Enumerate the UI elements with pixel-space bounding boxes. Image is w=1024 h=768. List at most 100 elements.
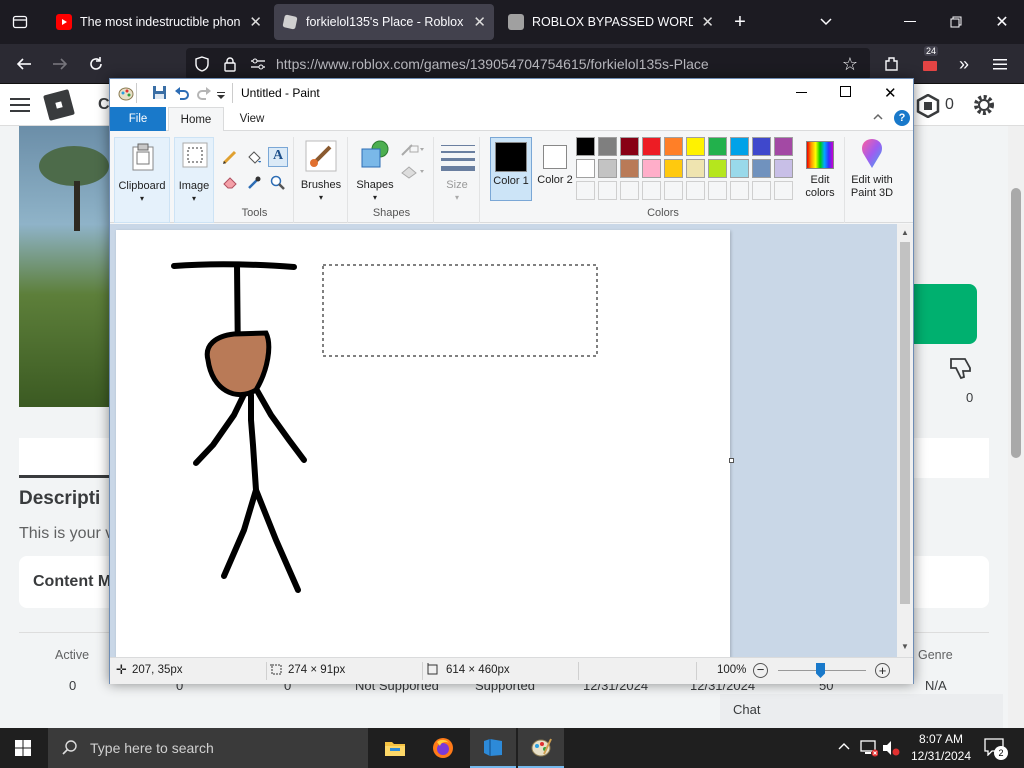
palette-swatch[interactable] [730,137,749,156]
scroll-up-icon[interactable]: ▲ [901,228,909,237]
pencil-icon[interactable] [222,149,238,168]
palette-swatch[interactable] [642,159,661,178]
start-button[interactable] [0,728,46,768]
custom-color-slot[interactable] [686,181,705,200]
tab-home[interactable]: Home [168,107,224,131]
custom-color-slot[interactable] [752,181,771,200]
close-window-icon[interactable]: ✕ [990,10,1014,34]
palette-swatch[interactable] [752,137,771,156]
scroll-down-icon[interactable]: ▼ [901,642,909,651]
firefox-icon[interactable] [420,728,466,768]
zoom-slider-thumb[interactable] [816,663,825,678]
close-tab-icon[interactable]: ✕ [473,13,486,31]
custom-color-slot[interactable] [642,181,661,200]
settings-gear-icon[interactable] [972,93,996,120]
help-icon[interactable]: ? [894,110,910,126]
system-clock[interactable]: 8:07 AM 12/31/2024 [904,731,978,765]
url-bar[interactable]: https://www.roblox.com/games/13905470475… [186,48,870,80]
magnifier-icon[interactable] [270,175,286,194]
palette-swatch[interactable] [620,159,639,178]
minimize-icon[interactable] [898,10,922,34]
extensions-icon[interactable] [880,52,904,76]
roblox-menu-icon[interactable] [10,97,30,116]
palette-swatch[interactable] [576,137,595,156]
close-tab-icon[interactable]: ✕ [701,13,714,31]
color2-button[interactable]: Color 2 [536,137,574,201]
eraser-icon[interactable] [222,175,238,192]
thumbs-down-icon[interactable] [948,356,974,383]
size-button[interactable]: Size ▾ [436,137,480,223]
palette-swatch[interactable] [708,159,727,178]
color1-button[interactable]: Color 1 [490,137,532,201]
outline-icon[interactable] [400,143,424,160]
palette-swatch[interactable] [752,159,771,178]
shapes-icon[interactable] [358,139,390,174]
zoom-out-icon[interactable]: − [753,663,768,678]
page-scrollbar-thumb[interactable] [1011,188,1021,458]
palette-swatch[interactable] [730,159,749,178]
minimize-ribbon-icon[interactable] [872,111,884,125]
roblox-extension-icon[interactable]: 24 [918,46,942,76]
palette-swatch[interactable] [774,137,793,156]
roblox-logo-icon[interactable] [43,89,75,121]
custom-color-slot[interactable] [774,181,793,200]
browser-tab-youtube[interactable]: The most indestructible phone ✕ [48,4,270,40]
browser-tab-bypassed[interactable]: ROBLOX BYPASSED WORDS 20 ✕ [500,4,722,40]
forward-icon[interactable] [48,52,72,76]
palette-swatch[interactable] [686,159,705,178]
custom-color-slot[interactable] [576,181,595,200]
canvas-scrollbar-thumb[interactable] [900,242,910,604]
fill-style-icon[interactable] [400,165,424,182]
custom-color-slot[interactable] [730,181,749,200]
edit-paint3d-button[interactable]: Edit with Paint 3D [847,137,897,223]
restore-icon[interactable] [944,10,968,34]
edit-colors-button[interactable]: Edit colors [800,137,842,201]
clipboard-button[interactable]: Clipboard ▾ [114,137,170,223]
custom-color-slot[interactable] [664,181,683,200]
page-settings-icon[interactable] [246,52,270,76]
new-tab-icon[interactable]: + [728,10,752,34]
network-icon[interactable] [860,739,879,760]
palette-swatch[interactable] [664,137,683,156]
undo-icon[interactable] [174,85,190,103]
color-picker-icon[interactable] [246,175,262,194]
canvas-resize-handle[interactable] [729,458,734,463]
palette-swatch[interactable] [598,159,617,178]
overflow-menu-icon[interactable]: » [952,52,976,76]
palette-swatch[interactable] [598,137,617,156]
text-tool-icon[interactable]: A [268,147,288,167]
fill-icon[interactable] [246,149,262,168]
paint-close-icon[interactable]: ✕ [884,84,897,102]
robux-icon[interactable] [916,93,940,121]
redo-icon[interactable] [196,85,212,103]
bookmark-star-icon[interactable]: ☆ [838,52,862,76]
close-tab-icon[interactable]: ✕ [249,13,262,31]
url-text[interactable]: https://www.roblox.com/games/13905470475… [276,56,709,72]
play-button[interactable] [913,284,977,344]
paint-app-icon[interactable] [118,85,134,104]
taskbar-app-active[interactable] [470,728,516,768]
palette-swatch[interactable] [576,159,595,178]
reload-icon[interactable] [84,52,108,76]
brushes-button[interactable]: Brushes ▾ [296,137,348,223]
palette-swatch[interactable] [686,137,705,156]
volume-icon[interactable] [882,739,900,760]
selection-rectangle[interactable] [322,264,598,357]
save-icon[interactable] [152,85,167,103]
drawing-canvas[interactable] [116,230,730,658]
tab-file[interactable]: File [110,107,166,131]
page-scrollbar[interactable] [1008,126,1024,728]
palette-swatch[interactable] [708,137,727,156]
lock-icon[interactable] [218,52,242,76]
file-explorer-icon[interactable] [372,728,418,768]
canvas-scrollbar[interactable]: ▲ ▼ [897,224,913,657]
browser-tab-roblox[interactable]: forkielol135's Place - Roblox ✕ [274,4,494,40]
custom-color-slot[interactable] [708,181,727,200]
image-button[interactable]: Image ▾ [174,137,214,223]
taskbar-search-box[interactable]: Type here to search [48,728,368,768]
palette-swatch[interactable] [642,137,661,156]
hamburger-menu-icon[interactable] [988,52,1012,76]
paint-minimize-icon[interactable] [796,86,808,101]
shield-icon[interactable] [190,52,214,76]
tab-overview-icon[interactable] [8,10,32,34]
